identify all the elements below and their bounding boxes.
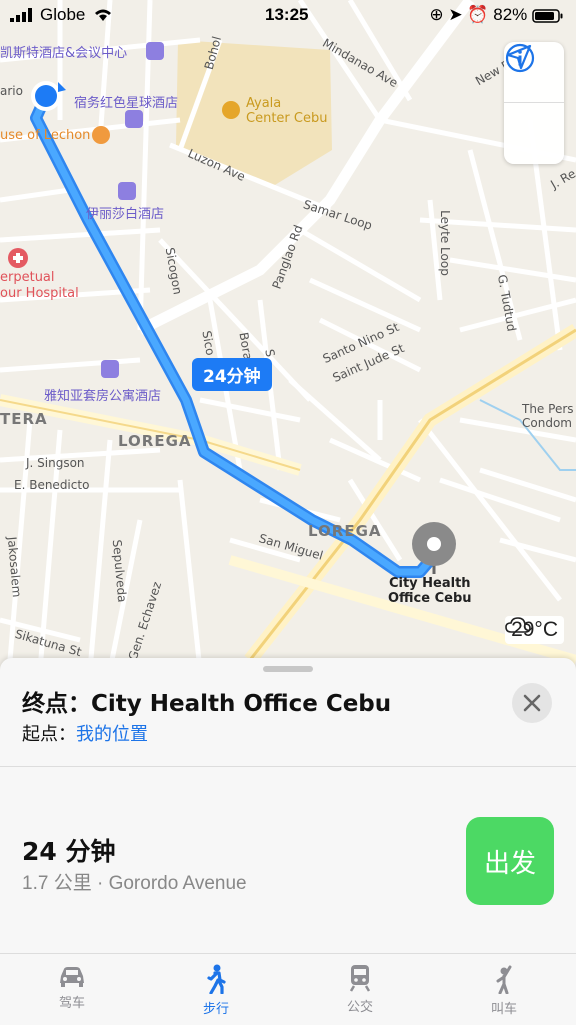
hotel-icon-1 bbox=[146, 42, 164, 60]
street-label: Leyte Loop bbox=[437, 210, 452, 276]
poi-label[interactable]: erpetual our Hospital bbox=[0, 270, 79, 302]
tab-rideshare[interactable]: 叫车 bbox=[432, 954, 576, 1025]
weather-badge: 29°C bbox=[505, 616, 564, 644]
origin-row: 起点：我的位置 bbox=[22, 720, 148, 746]
location-services-icon: ➤ bbox=[448, 5, 463, 24]
district-label: LOREGA bbox=[308, 522, 382, 540]
destination-label[interactable]: City Health Office Cebu bbox=[388, 576, 472, 606]
street-label: J. Singson bbox=[26, 456, 85, 470]
tab-label: 公交 bbox=[346, 1000, 373, 1015]
locate-button[interactable] bbox=[504, 44, 564, 163]
destination-name: City Health Office Cebu bbox=[91, 691, 392, 717]
route-detail: 1.7 公里 · Gorordo Avenue bbox=[22, 873, 247, 894]
clock-time: 13:25 bbox=[265, 5, 309, 24]
restaurant-icon bbox=[92, 126, 110, 144]
hospital-icon bbox=[8, 248, 28, 268]
orientation-lock-icon: ⊕ bbox=[429, 5, 444, 24]
poi-label[interactable]: 雅知亚套房公寓酒店 bbox=[44, 385, 161, 404]
district-label: TERA bbox=[0, 410, 48, 428]
destination-prefix: 终点： bbox=[22, 691, 91, 717]
tab-label: 驾车 bbox=[58, 996, 85, 1011]
walk-icon bbox=[207, 964, 226, 994]
tab-drive[interactable]: 驾车 bbox=[0, 954, 144, 1025]
close-icon bbox=[523, 694, 541, 712]
poi-label[interactable]: Ayala Center Cebu bbox=[246, 96, 327, 126]
street-label: E. Benedicto bbox=[14, 478, 90, 492]
map-view[interactable]: 凯斯特酒店&会议中心 宿务红色星球酒店 ario use of Lechon A… bbox=[0, 0, 576, 670]
tab-transit[interactable]: 公交 bbox=[288, 954, 432, 1025]
rideshare-icon bbox=[496, 965, 512, 994]
battery-icon bbox=[532, 8, 563, 23]
poi-label[interactable]: 宿务红色星球酒店 bbox=[74, 92, 178, 111]
street-label: ario bbox=[0, 84, 23, 98]
mall-icon bbox=[222, 101, 240, 119]
route-duration[interactable]: 24 分钟 bbox=[22, 832, 116, 868]
poi-label[interactable]: use of Lechon bbox=[0, 128, 90, 143]
route-eta-bubble[interactable]: 24分钟 bbox=[192, 358, 272, 391]
status-right: ⊕ ➤ ⏰ 82% bbox=[429, 5, 564, 25]
map-controls bbox=[504, 42, 564, 164]
carrier-name: Globe bbox=[40, 5, 86, 24]
car-icon bbox=[60, 967, 84, 987]
origin-prefix: 起点： bbox=[22, 724, 76, 745]
alarm-icon: ⏰ bbox=[467, 5, 489, 24]
poi-label[interactable]: 凯斯特酒店&会议中心 bbox=[0, 42, 127, 61]
battery-percent: 82% bbox=[493, 5, 528, 24]
cloud-icon bbox=[505, 617, 531, 633]
sheet-grabber[interactable] bbox=[263, 666, 313, 672]
origin-link[interactable]: 我的位置 bbox=[76, 724, 148, 745]
destination-title: 终点：City Health Office Cebu bbox=[22, 684, 391, 718]
poi-label[interactable]: The Pers Condom bbox=[522, 402, 574, 430]
location-arrow-icon bbox=[506, 44, 532, 70]
status-bar: Globe 13:25 ⊕ ➤ ⏰ 82% bbox=[0, 0, 576, 30]
go-button[interactable]: 出发 bbox=[466, 817, 554, 905]
signal-icon bbox=[10, 8, 32, 22]
hotel-icon-4 bbox=[101, 360, 119, 378]
close-button[interactable] bbox=[512, 683, 552, 723]
train-icon bbox=[349, 965, 371, 992]
wifi-icon bbox=[95, 9, 111, 21]
poi-label[interactable]: 伊丽莎白酒店 bbox=[86, 203, 164, 222]
tab-walk[interactable]: 步行 bbox=[144, 954, 288, 1025]
divider bbox=[0, 766, 576, 767]
tab-label: 叫车 bbox=[490, 1002, 517, 1017]
transport-tab-bar: 驾车 步行 公交 叫车 bbox=[0, 953, 576, 1025]
tab-label: 步行 bbox=[202, 1002, 229, 1017]
district-label: LOREGA bbox=[118, 432, 192, 450]
hotel-icon-2 bbox=[125, 110, 143, 128]
hotel-icon-3 bbox=[118, 182, 136, 200]
